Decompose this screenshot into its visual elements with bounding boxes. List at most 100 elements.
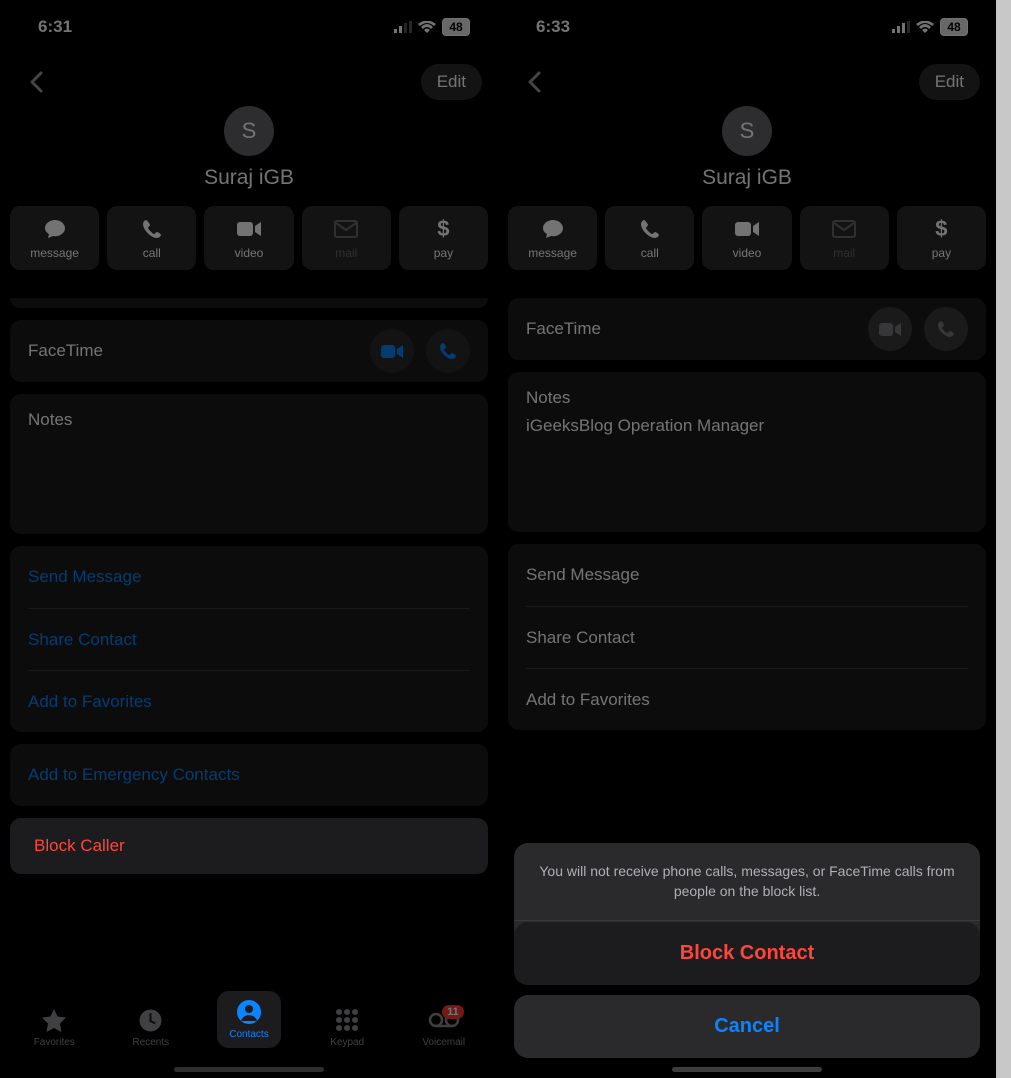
home-indicator[interactable] [174, 1067, 324, 1072]
status-indicators: 48 [394, 18, 470, 36]
video-label: video [235, 246, 264, 260]
cancel-button[interactable]: Cancel [514, 995, 980, 1058]
message-icon [43, 218, 67, 240]
contact-name: Suraj iGB [16, 166, 482, 190]
block-caller-row[interactable]: Block Caller [10, 818, 488, 874]
battery-indicator: 48 [442, 18, 470, 36]
status-time: 6:33 [536, 17, 570, 37]
video-button[interactable]: video [702, 206, 791, 270]
mail-label: mail [833, 246, 855, 260]
wifi-icon [418, 21, 436, 34]
pay-button[interactable]: $ pay [399, 206, 488, 270]
action-buttons-row: message call video mail $ pay [498, 190, 996, 286]
message-label: message [528, 246, 577, 260]
add-emergency-row[interactable]: Add to Emergency Contacts [28, 744, 470, 806]
block-warning-message: You will not receive phone calls, messag… [514, 843, 980, 920]
facetime-audio-button[interactable] [924, 307, 968, 351]
panel-stub [10, 298, 488, 308]
status-time: 6:31 [38, 17, 72, 37]
tab-voicemail-label: Voicemail [422, 1037, 465, 1048]
notes-panel[interactable]: Notes [10, 394, 488, 534]
tab-recents[interactable]: Recents [121, 1007, 181, 1048]
add-favorites-row[interactable]: Add to Favorites [526, 668, 968, 730]
contact-avatar[interactable]: S [224, 106, 274, 156]
tab-voicemail[interactable]: 11 Voicemail [414, 1007, 474, 1048]
add-favorites-row[interactable]: Add to Favorites [28, 670, 470, 732]
back-button[interactable] [16, 62, 56, 102]
facetime-panel: FaceTime [10, 320, 488, 382]
notes-label: Notes [28, 410, 470, 430]
tab-bar: Favorites Recents Contacts Keypad 11 Voi… [0, 985, 498, 1070]
notes-panel[interactable]: Notes iGeeksBlog Operation Manager [508, 372, 986, 532]
tab-recents-label: Recents [132, 1037, 169, 1048]
share-contact-row[interactable]: Share Contact [526, 606, 968, 668]
tab-contacts-label: Contacts [229, 1029, 268, 1040]
status-indicators: 48 [892, 18, 968, 36]
message-icon [541, 218, 565, 240]
tab-contacts[interactable]: Contacts [217, 991, 280, 1048]
message-button[interactable]: message [508, 206, 597, 270]
send-message-row[interactable]: Send Message [526, 544, 968, 606]
cellular-icon [394, 21, 412, 33]
facetime-panel: FaceTime [508, 298, 986, 360]
tab-keypad[interactable]: Keypad [317, 1007, 377, 1048]
status-bar: 6:33 48 [498, 0, 996, 54]
contact-header: Edit S Suraj iGB [498, 54, 996, 190]
dollar-icon: $ [935, 218, 947, 240]
mail-button[interactable]: mail [302, 206, 391, 270]
tab-favorites-label: Favorites [34, 1037, 75, 1048]
keypad-icon [335, 1007, 359, 1033]
pay-button[interactable]: $ pay [897, 206, 986, 270]
call-button[interactable]: call [605, 206, 694, 270]
pay-label: pay [434, 246, 453, 260]
pay-label: pay [932, 246, 951, 260]
battery-indicator: 48 [940, 18, 968, 36]
notes-text: iGeeksBlog Operation Manager [526, 416, 968, 436]
person-circle-icon [236, 999, 262, 1025]
mail-icon [832, 218, 856, 240]
facetime-video-button[interactable] [868, 307, 912, 351]
wifi-icon [916, 21, 934, 34]
video-icon [236, 218, 262, 240]
action-sheet-group: You will not receive phone calls, messag… [514, 843, 980, 985]
call-button[interactable]: call [107, 206, 196, 270]
facetime-video-button[interactable] [370, 329, 414, 373]
send-message-row[interactable]: Send Message [28, 546, 470, 608]
call-label: call [641, 246, 659, 260]
tab-favorites[interactable]: Favorites [24, 1007, 84, 1048]
edit-button[interactable]: Edit [919, 64, 980, 100]
clock-icon [138, 1007, 163, 1033]
contact-header: Edit S Suraj iGB [0, 54, 498, 190]
facetime-audio-button[interactable] [426, 329, 470, 373]
mail-icon [334, 218, 358, 240]
phone-icon [141, 218, 163, 240]
video-label: video [733, 246, 762, 260]
phone-icon [639, 218, 661, 240]
emergency-panel: Add to Emergency Contacts [10, 744, 488, 806]
back-button[interactable] [514, 62, 554, 102]
home-indicator[interactable] [672, 1067, 822, 1072]
mail-button[interactable]: mail [800, 206, 889, 270]
action-buttons-row: message call video mail $ pay [0, 190, 498, 286]
share-contact-row[interactable]: Share Contact [28, 608, 470, 670]
status-bar: 6:31 48 [0, 0, 498, 54]
contact-name: Suraj iGB [514, 166, 980, 190]
links-panel: Send Message Share Contact Add to Favori… [508, 544, 986, 730]
facetime-label: FaceTime [526, 319, 868, 339]
phone-left: 6:31 48 Edit S Suraj iGB message call [0, 0, 498, 1078]
dollar-icon: $ [437, 218, 449, 240]
action-sheet: You will not receive phone calls, messag… [514, 843, 980, 1058]
mail-label: mail [335, 246, 357, 260]
message-label: message [30, 246, 79, 260]
message-button[interactable]: message [10, 206, 99, 270]
edit-button[interactable]: Edit [421, 64, 482, 100]
video-icon [734, 218, 760, 240]
block-contact-button[interactable]: Block Contact [514, 922, 980, 985]
links-panel: Send Message Share Contact Add to Favori… [10, 546, 488, 732]
video-button[interactable]: video [204, 206, 293, 270]
cellular-icon [892, 21, 910, 33]
phone-right: 6:33 48 Edit S Suraj iGB message call [498, 0, 996, 1078]
contact-avatar[interactable]: S [722, 106, 772, 156]
star-icon [41, 1007, 67, 1033]
call-label: call [143, 246, 161, 260]
